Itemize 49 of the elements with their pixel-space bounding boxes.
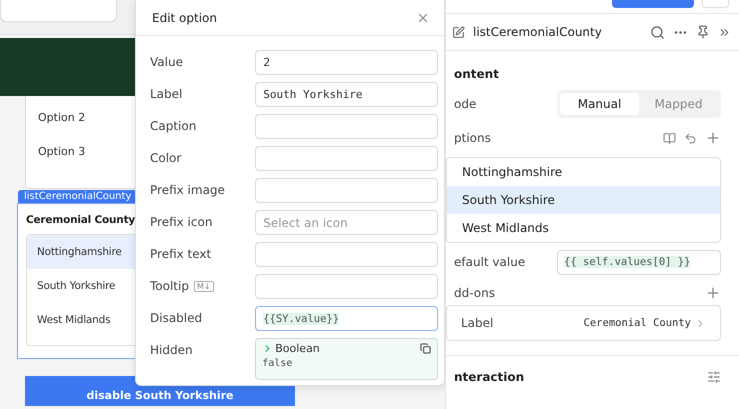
field-label: Label bbox=[150, 87, 182, 101]
addon-label: Label bbox=[461, 316, 494, 330]
search-icon[interactable] bbox=[650, 24, 665, 40]
code-field[interactable]: {{SY.value}} bbox=[255, 306, 438, 331]
text-field[interactable]: 2 bbox=[255, 50, 438, 75]
default-value-field[interactable]: {{ self.values[0] }} bbox=[557, 250, 721, 274]
field-label: Prefix text bbox=[150, 247, 212, 261]
list-title: Ceremonial County bbox=[26, 214, 136, 226]
option-item[interactable]: South Yorkshire bbox=[447, 186, 720, 214]
text-field[interactable] bbox=[255, 242, 438, 267]
field-label: efault value bbox=[454, 255, 526, 269]
preview-value: false bbox=[262, 358, 294, 369]
field-label: Prefix image bbox=[150, 183, 225, 197]
add-icon[interactable] bbox=[705, 285, 721, 301]
sliders-icon[interactable] bbox=[707, 370, 721, 384]
addon-value: Ceremonial County bbox=[584, 317, 706, 329]
field-label: ptions bbox=[454, 131, 491, 145]
field-label: Disabled bbox=[150, 311, 202, 325]
option-item[interactable]: Nottinghamshire bbox=[447, 158, 720, 186]
undo-icon[interactable] bbox=[684, 132, 697, 144]
copy-icon[interactable] bbox=[420, 343, 431, 354]
add-icon[interactable] bbox=[705, 130, 721, 146]
text-field[interactable] bbox=[255, 114, 438, 139]
field-label: Caption bbox=[150, 119, 196, 133]
text-field[interactable] bbox=[255, 146, 438, 171]
component-tag: listCeremonialCounty bbox=[18, 190, 138, 203]
toolbar-box bbox=[702, 0, 729, 8]
mode-tab[interactable]: Manual bbox=[560, 93, 639, 115]
pin-icon[interactable] bbox=[696, 25, 710, 39]
markdown-badge: M↓ bbox=[194, 280, 214, 292]
section-title: nteraction bbox=[454, 370, 524, 384]
field-label: Prefix icon bbox=[150, 215, 212, 229]
preview-type: Boolean bbox=[262, 342, 431, 355]
text-field[interactable] bbox=[255, 178, 438, 203]
field-label: ode bbox=[454, 97, 476, 111]
dialog-title: Edit option bbox=[152, 10, 217, 24]
field-label: Hidden bbox=[150, 343, 193, 357]
inspector-title: listCeremonialCounty bbox=[473, 25, 603, 39]
section-title: ontent bbox=[454, 67, 499, 81]
option-item[interactable]: West Midlands bbox=[447, 214, 720, 242]
text-field[interactable]: South Yorkshire bbox=[255, 82, 438, 107]
field-label: Color bbox=[150, 151, 182, 165]
addon-row[interactable]: Label Ceremonial County bbox=[446, 305, 721, 341]
field-label: Tooltip bbox=[150, 279, 189, 293]
field-label: dd-ons bbox=[454, 286, 495, 300]
text-field[interactable] bbox=[255, 274, 438, 299]
book-icon[interactable] bbox=[663, 132, 676, 144]
field-label: Value bbox=[150, 55, 183, 69]
component-icon bbox=[452, 26, 465, 38]
